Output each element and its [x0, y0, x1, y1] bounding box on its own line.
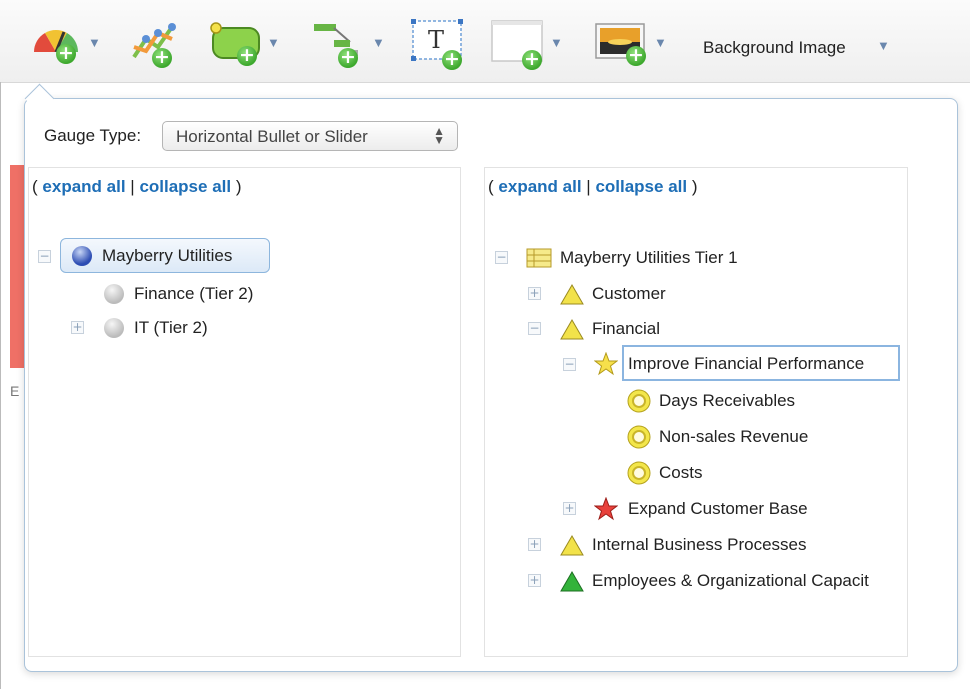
- plus-icon: +: [626, 46, 646, 66]
- tree-node-expand-customer-base[interactable]: Expand Customer Base: [594, 495, 808, 523]
- expand-toggle-icon[interactable]: +: [528, 574, 541, 587]
- chevron-down-icon[interactable]: ▼: [88, 35, 101, 50]
- expand-toggle-icon[interactable]: +: [528, 538, 541, 551]
- plus-icon: +: [237, 46, 257, 66]
- left-expand-collapse: ( expand all | collapse all ): [32, 177, 242, 196]
- text-glyph: T: [428, 26, 444, 54]
- collapse-all-link[interactable]: collapse all: [595, 177, 687, 196]
- green-triangle-icon: [560, 571, 584, 592]
- expand-all-link[interactable]: expand all: [42, 177, 125, 196]
- chevron-down-icon[interactable]: ▼: [654, 35, 667, 50]
- gauge-type-value: Horizontal Bullet or Slider: [176, 127, 368, 146]
- collapse-toggle-icon[interactable]: −: [528, 322, 541, 335]
- collapse-toggle-icon[interactable]: −: [38, 250, 51, 263]
- add-image-button[interactable]: + ▼: [594, 14, 667, 70]
- page-edge: [0, 82, 1, 689]
- add-text-button[interactable]: T +: [410, 14, 466, 70]
- plus-icon: +: [152, 48, 172, 68]
- tree-node-it[interactable]: IT (Tier 2): [104, 314, 208, 342]
- tree-node-customer[interactable]: Customer: [560, 280, 666, 308]
- collapse-all-link[interactable]: collapse all: [139, 177, 231, 196]
- star-icon: [594, 352, 618, 376]
- chevron-down-icon[interactable]: ▼: [877, 38, 890, 53]
- gauge-type-select[interactable]: Horizontal Bullet or Slider ▲ ▼: [162, 121, 458, 151]
- warning-triangle-icon: [560, 319, 584, 340]
- add-chart-button[interactable]: +: [128, 14, 184, 70]
- background-text: E: [10, 383, 20, 399]
- tree-node-days-receivables[interactable]: Days Receivables: [627, 387, 795, 415]
- tree-node-mayberry-tier-1[interactable]: Mayberry Utilities Tier 1: [526, 244, 738, 272]
- background-image-button[interactable]: Background Image: [703, 38, 846, 58]
- updown-arrows-icon: ▲ ▼: [433, 124, 445, 147]
- collapse-toggle-icon[interactable]: −: [495, 251, 508, 264]
- right-expand-collapse: ( expand all | collapse all ): [488, 177, 698, 196]
- tree-node-internal-business-processes[interactable]: Internal Business Processes: [560, 531, 807, 559]
- expand-toggle-icon[interactable]: +: [528, 287, 541, 300]
- tree-node-costs[interactable]: Costs: [627, 459, 702, 487]
- scorecard-icon: [526, 248, 552, 268]
- tree-node-improve-financial-performance[interactable]: Improve Financial Performance: [594, 350, 864, 378]
- measure-icon: [627, 389, 651, 413]
- gauge-icon: [34, 30, 78, 53]
- add-connector-button[interactable]: + ▼: [312, 14, 385, 70]
- plus-icon: +: [522, 50, 542, 70]
- chevron-down-icon[interactable]: ▼: [267, 35, 280, 50]
- star-icon: [594, 497, 618, 521]
- toolbar: + ▼ + + ▼ + ▼ T + + ▼ + ▼ Background Ima…: [0, 0, 970, 83]
- grey-sphere-icon: [104, 284, 124, 304]
- collapse-toggle-icon[interactable]: −: [563, 358, 576, 371]
- tree-node-employees[interactable]: Employees & Organizational Capacit: [560, 567, 869, 595]
- measure-icon: [627, 425, 651, 449]
- tree-node-mayberry-utilities[interactable]: Mayberry Utilities: [72, 242, 232, 270]
- plus-icon: +: [442, 50, 462, 70]
- background-red-block: [10, 165, 24, 368]
- blue-sphere-icon: [72, 246, 92, 266]
- expand-toggle-icon[interactable]: +: [563, 502, 576, 515]
- expand-toggle-icon[interactable]: +: [71, 321, 84, 334]
- warning-triangle-icon: [560, 284, 584, 305]
- tree-node-finance[interactable]: Finance (Tier 2): [104, 280, 253, 308]
- plus-icon: +: [338, 48, 358, 68]
- add-gauge-button[interactable]: + ▼: [28, 14, 101, 70]
- plus-icon: +: [56, 44, 76, 64]
- tree-node-non-sales-revenue[interactable]: Non-sales Revenue: [627, 423, 808, 451]
- expand-all-link[interactable]: expand all: [498, 177, 581, 196]
- warning-triangle-icon: [560, 535, 584, 556]
- add-box-button[interactable]: + ▼: [490, 14, 563, 70]
- gauge-type-label: Gauge Type:: [44, 126, 142, 145]
- chevron-down-icon[interactable]: ▼: [550, 35, 563, 50]
- chevron-down-icon[interactable]: ▼: [372, 35, 385, 50]
- measure-icon: [627, 461, 651, 485]
- grey-sphere-icon: [104, 318, 124, 338]
- add-shape-button[interactable]: + ▼: [207, 14, 280, 70]
- tree-node-financial[interactable]: Financial: [560, 315, 660, 343]
